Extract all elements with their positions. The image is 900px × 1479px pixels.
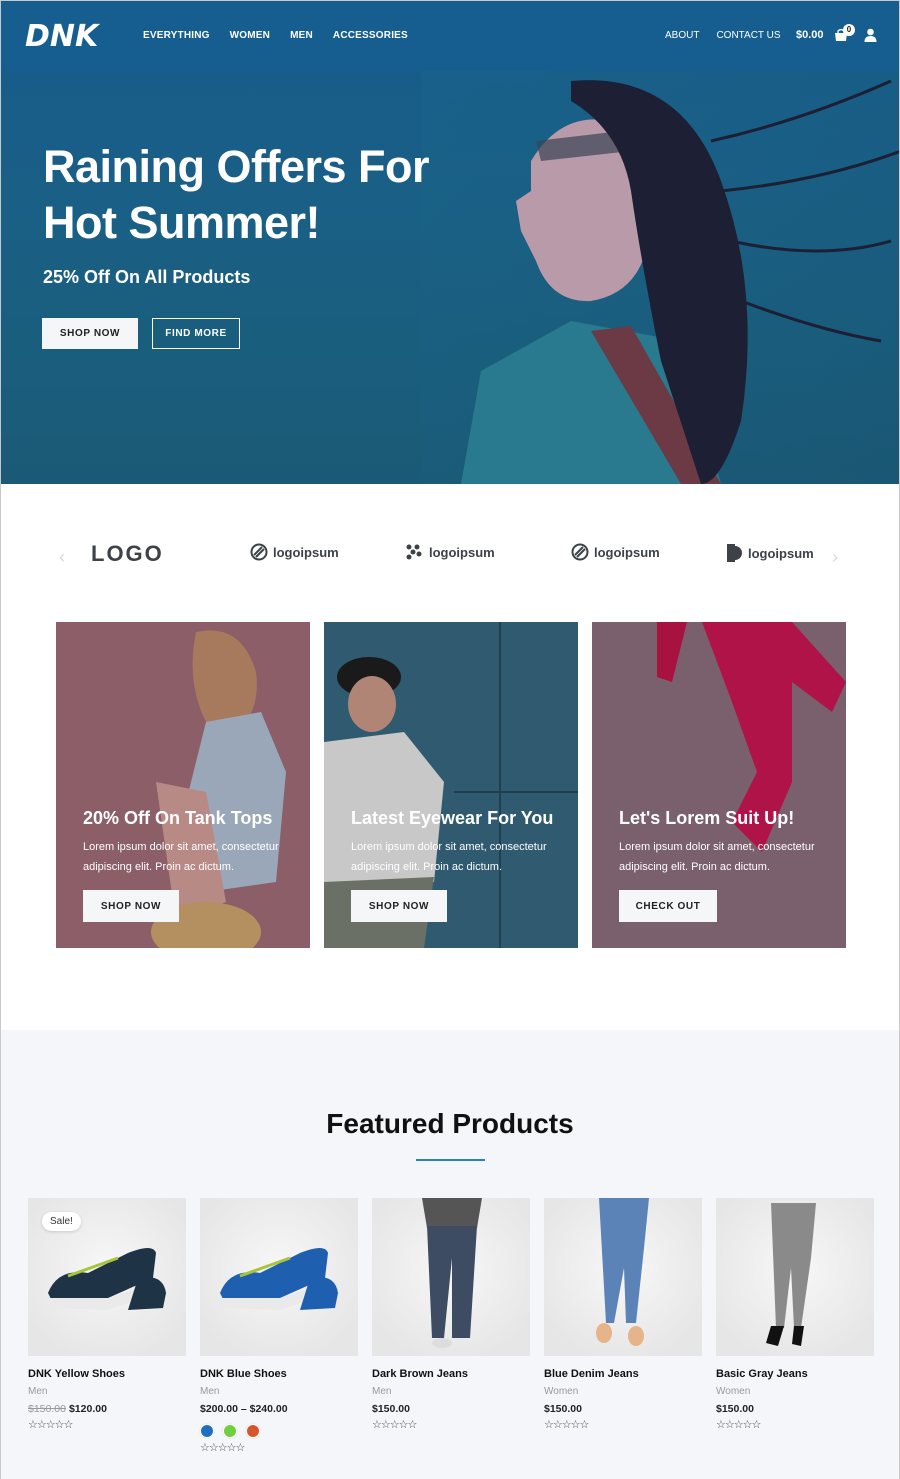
promo-check-out-button[interactable]: CHECK OUT xyxy=(619,890,717,922)
nav-women[interactable]: WOMEN xyxy=(230,30,270,41)
nav-about[interactable]: ABOUT xyxy=(665,30,699,41)
product-price: $150.00 xyxy=(716,1403,754,1415)
brand-logo-4[interactable]: logoipsum xyxy=(571,543,660,561)
nav-accessories[interactable]: ACCESSORIES xyxy=(333,30,408,41)
hero-title: Raining Offers For Hot Summer! xyxy=(43,141,430,248)
product-card[interactable]: DNK Blue Shoes Men $200.00 – $240.00 ☆☆☆… xyxy=(200,1198,358,1454)
sale-badge: Sale! xyxy=(42,1212,81,1231)
swatch-green[interactable] xyxy=(223,1424,237,1438)
promo-shop-now-button[interactable]: SHOP NOW xyxy=(351,890,447,922)
promo-title: Let's Lorem Suit Up! xyxy=(619,808,795,828)
section-title: Featured Products xyxy=(326,1108,574,1139)
logoipsum-circle-icon xyxy=(250,543,268,561)
product-card[interactable]: Sale! DNK Yellow Shoes Men $150.00 $120.0… xyxy=(28,1198,186,1431)
product-price: $150.00 xyxy=(544,1403,582,1415)
dnk-logo[interactable]: DNK xyxy=(25,18,105,52)
product-name[interactable]: Dark Brown Jeans xyxy=(372,1368,530,1380)
promo-shop-now-button[interactable]: SHOP NOW xyxy=(83,890,179,922)
brand-logo-5[interactable]: logoipsum xyxy=(727,543,814,563)
logoipsum-dots-icon xyxy=(406,544,422,560)
star-rating-icon: ☆☆☆☆☆ xyxy=(372,1419,417,1431)
chevron-left-icon[interactable]: ‹ xyxy=(59,547,65,568)
nav-contact-us[interactable]: CONTACT US xyxy=(716,30,780,41)
user-account-icon[interactable] xyxy=(864,28,877,42)
promo-text: Lorem ipsum dolor sit amet, consectetur … xyxy=(619,841,815,873)
jeans-image xyxy=(766,1203,816,1346)
logoipsum-half-circle-icon xyxy=(727,544,742,562)
brand-logo-carousel: ‹ LOGO logoipsum logoipsum logoipsum log… xyxy=(1,531,899,581)
cart-total[interactable]: $0.00 xyxy=(796,29,824,41)
promo-text: Lorem ipsum dolor sit amet, consectetur … xyxy=(83,841,279,873)
brand-logo-1[interactable]: LOGO xyxy=(91,541,164,567)
brand-logo-2[interactable]: logoipsum xyxy=(250,543,339,561)
hero-banner: DNK EVERYTHING WOMEN MEN ACCESSORIES ABO… xyxy=(1,1,899,484)
swatch-blue[interactable] xyxy=(200,1424,214,1438)
hero-shop-now-button[interactable]: SHOP NOW xyxy=(42,318,138,349)
star-rating-icon: ☆☆☆☆☆ xyxy=(200,1442,245,1454)
product-card[interactable]: Blue Denim Jeans Women $150.00 ☆☆☆☆☆ xyxy=(544,1198,702,1431)
promo-title: Latest Eyewear For You xyxy=(351,808,554,828)
product-category: Men xyxy=(200,1386,220,1397)
main-nav: EVERYTHING WOMEN MEN ACCESSORIES xyxy=(143,30,408,41)
promo-text: Lorem ipsum dolor sit amet, consectetur … xyxy=(351,841,547,873)
shoe-image xyxy=(220,1248,338,1310)
hero-subtitle: 25% Off On All Products xyxy=(43,267,251,287)
cart-count-badge: 0 xyxy=(843,24,855,36)
title-underline xyxy=(416,1159,485,1161)
star-rating-icon: ☆☆☆☆☆ xyxy=(28,1419,73,1431)
product-name[interactable]: DNK Yellow Shoes xyxy=(28,1368,186,1380)
promo-card-tank-tops[interactable]: 20% Off On Tank Tops Lorem ipsum dolor s… xyxy=(56,622,310,948)
swatch-orange[interactable] xyxy=(246,1424,260,1438)
product-name[interactable]: Basic Gray Jeans xyxy=(716,1368,874,1380)
product-category: Men xyxy=(372,1386,392,1397)
sale-price: $120.00 xyxy=(68,1403,107,1415)
product-category: Women xyxy=(716,1386,751,1397)
product-category: Men xyxy=(28,1386,48,1397)
color-swatches xyxy=(200,1424,358,1438)
star-rating-icon: ☆☆☆☆☆ xyxy=(544,1419,589,1431)
hero-image xyxy=(421,41,899,484)
secondary-nav: ABOUT CONTACT US xyxy=(665,30,781,41)
nav-men[interactable]: MEN xyxy=(290,30,313,41)
jeans-image xyxy=(422,1198,482,1348)
star-rating-icon: ☆☆☆☆☆ xyxy=(716,1419,761,1431)
product-card[interactable]: Basic Gray Jeans Women $150.00 ☆☆☆☆☆ xyxy=(716,1198,874,1431)
jeans-image xyxy=(596,1198,649,1346)
product-name[interactable]: Blue Denim Jeans xyxy=(544,1368,702,1380)
product-price: $150.00 xyxy=(372,1403,410,1415)
promo-card-eyewear[interactable]: Latest Eyewear For You Lorem ipsum dolor… xyxy=(324,622,578,948)
hero-find-more-button[interactable]: FIND MORE xyxy=(152,318,240,349)
product-image[interactable] xyxy=(716,1198,874,1356)
promo-title: 20% Off On Tank Tops xyxy=(83,808,273,828)
product-price: $200.00 – $240.00 xyxy=(200,1403,288,1415)
product-image[interactable] xyxy=(372,1198,530,1356)
nav-everything[interactable]: EVERYTHING xyxy=(143,30,210,41)
featured-products-section: Featured Products Sale! DNK Yellow Shoes… xyxy=(1,1030,899,1479)
brand-logo-3[interactable]: logoipsum xyxy=(404,543,495,561)
product-name[interactable]: DNK Blue Shoes xyxy=(200,1368,358,1380)
product-price: $150.00 $120.00 xyxy=(28,1403,186,1415)
chevron-right-icon[interactable]: › xyxy=(832,547,838,568)
product-image[interactable] xyxy=(544,1198,702,1356)
product-card[interactable]: Dark Brown Jeans Men $150.00 ☆☆☆☆☆ xyxy=(372,1198,530,1431)
product-image[interactable]: Sale! xyxy=(28,1198,186,1356)
svg-text:DNK: DNK xyxy=(25,19,101,52)
promo-card-suit-up[interactable]: Let's Lorem Suit Up! Lorem ipsum dolor s… xyxy=(592,622,846,948)
product-image[interactable] xyxy=(200,1198,358,1356)
product-category: Women xyxy=(544,1386,579,1397)
logoipsum-circle-icon xyxy=(571,543,589,561)
original-price: $150.00 xyxy=(28,1403,66,1415)
